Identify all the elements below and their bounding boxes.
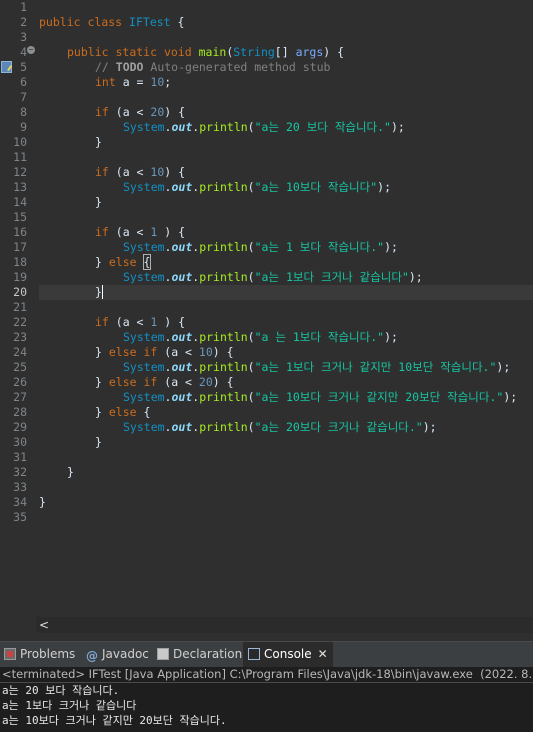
line-number: 34 bbox=[13, 495, 27, 509]
line-number: 10 bbox=[13, 135, 27, 149]
code-line: System.out.println("a는 20보다 크거나 같습니다."); bbox=[123, 420, 437, 434]
code-line: System.out.println("a는 1보다 크거나 같지만 10보단 … bbox=[123, 360, 511, 374]
line-number: 11 bbox=[13, 150, 27, 164]
tab-javadoc-label: Javadoc bbox=[102, 647, 149, 661]
todo-task-icon bbox=[1, 61, 12, 73]
tab-console[interactable]: Console ✕ bbox=[243, 642, 333, 667]
line-number: 4 bbox=[20, 45, 27, 59]
tab-console-label: Console bbox=[264, 647, 312, 661]
line-number: 30 bbox=[13, 435, 27, 449]
code-line: System.out.println("a는 20 보다 작습니다."); bbox=[123, 120, 405, 134]
line-number: 19 bbox=[13, 270, 27, 284]
tab-problems-label: Problems bbox=[20, 647, 76, 661]
code-line: } bbox=[95, 435, 102, 449]
code-editor[interactable]: 1 2 3 4 5 6 7 8 9 10 11 12 13 14 15 16 17 18 19 20 21 22 23 24 2… bbox=[0, 0, 533, 617]
fold-collapse-icon[interactable]: − bbox=[27, 46, 35, 54]
line-number: 23 bbox=[13, 330, 27, 344]
current-line-highlight bbox=[39, 285, 533, 300]
line-number: 28 bbox=[13, 405, 27, 419]
line-number: 9 bbox=[20, 120, 27, 134]
code-line: if (a < 1 ) { bbox=[95, 225, 186, 239]
bottom-panel-tabbar: Problems @ Javadoc Declaration Console ✕ bbox=[0, 641, 533, 667]
line-number: 15 bbox=[13, 210, 27, 224]
line-number: 1 bbox=[20, 0, 27, 14]
code-line: public class IFTest { bbox=[39, 15, 185, 29]
code-line: System.out.println("a는 1보다 크거나 같습니다"); bbox=[123, 270, 423, 284]
line-number: 32 bbox=[13, 465, 27, 479]
console-output-line: a는 1보다 크거나 같습니다 bbox=[2, 699, 137, 712]
console-view[interactable]: <terminated> IFTest [Java Application] C… bbox=[0, 667, 533, 732]
horizontal-scrollbar[interactable]: < bbox=[36, 617, 533, 633]
problems-icon bbox=[4, 648, 16, 660]
code-line: } bbox=[39, 495, 46, 509]
tab-declaration[interactable]: Declaration bbox=[157, 642, 243, 667]
line-number: 7 bbox=[20, 90, 27, 104]
line-number-gutter: 1 2 3 4 5 6 7 8 9 10 11 12 13 14 15 16 17 18 19 20 21 22 23 24 2… bbox=[0, 0, 36, 617]
code-line: int a = 10; bbox=[95, 75, 172, 89]
line-number: 3 bbox=[20, 30, 27, 44]
code-line: if (a < 20) { bbox=[95, 105, 186, 119]
code-line: System.out.println("a는 10보다 작습니다"); bbox=[123, 180, 391, 194]
code-line: } else { bbox=[95, 405, 151, 419]
console-output-line: a는 10보다 크거나 같지만 20보단 작습니다. bbox=[2, 714, 227, 727]
line-number: 14 bbox=[13, 195, 27, 209]
code-line: System.out.println("a는 1 보다 작습니다."); bbox=[123, 240, 398, 254]
line-number: 29 bbox=[13, 420, 27, 434]
line-number: 35 bbox=[13, 510, 27, 524]
line-number: 2 bbox=[20, 15, 27, 29]
matching-bracket: { bbox=[142, 254, 152, 270]
line-number: 27 bbox=[13, 390, 27, 404]
line-number: 33 bbox=[13, 480, 27, 494]
line-number: 18 bbox=[13, 255, 27, 269]
console-output-line: a는 20 보다 작습니다. bbox=[2, 684, 120, 697]
text-caret bbox=[101, 285, 103, 299]
code-line: // TODO Auto-generated method stub bbox=[95, 60, 331, 74]
console-status-text: <terminated> IFTest [Java Application] C… bbox=[2, 667, 533, 681]
code-line: } bbox=[95, 135, 102, 149]
line-number: 12 bbox=[13, 165, 27, 179]
code-line: } bbox=[95, 285, 103, 299]
code-line: } bbox=[95, 195, 102, 209]
line-number: 16 bbox=[13, 225, 27, 239]
line-number: 8 bbox=[20, 105, 27, 119]
scroll-left-arrow-icon[interactable]: < bbox=[39, 617, 49, 633]
code-line: System.out.println("a는 10보다 크거나 같지만 20보단… bbox=[123, 390, 518, 404]
javadoc-icon: @ bbox=[86, 649, 98, 663]
line-number: 25 bbox=[13, 360, 27, 374]
declaration-icon bbox=[157, 648, 169, 660]
line-number: 31 bbox=[13, 450, 27, 464]
code-line: public static void main(String[] args) { bbox=[67, 45, 345, 59]
line-number: 6 bbox=[20, 75, 27, 89]
tab-declaration-label: Declaration bbox=[173, 647, 243, 661]
line-number: 13 bbox=[13, 180, 27, 194]
code-line: System.out.println("a 는 1보다 작습니다."); bbox=[123, 330, 398, 344]
line-number: 20 bbox=[13, 285, 27, 299]
close-icon[interactable]: ✕ bbox=[318, 642, 328, 667]
code-line: } else { bbox=[95, 254, 152, 270]
line-number: 26 bbox=[13, 375, 27, 389]
line-number: 21 bbox=[13, 300, 27, 314]
line-number: 24 bbox=[13, 345, 27, 359]
line-number: 17 bbox=[13, 240, 27, 254]
tab-problems[interactable]: Problems bbox=[4, 642, 80, 667]
tab-javadoc[interactable]: @ Javadoc bbox=[86, 642, 152, 667]
code-line: } else if (a < 10) { bbox=[95, 345, 234, 359]
code-line: if (a < 10) { bbox=[95, 165, 186, 179]
console-icon bbox=[248, 648, 260, 660]
line-number: 22 bbox=[13, 315, 27, 329]
code-line: if (a < 1 ) { bbox=[95, 315, 186, 329]
code-line: } bbox=[67, 465, 74, 479]
code-line: } else if (a < 20) { bbox=[95, 375, 234, 389]
